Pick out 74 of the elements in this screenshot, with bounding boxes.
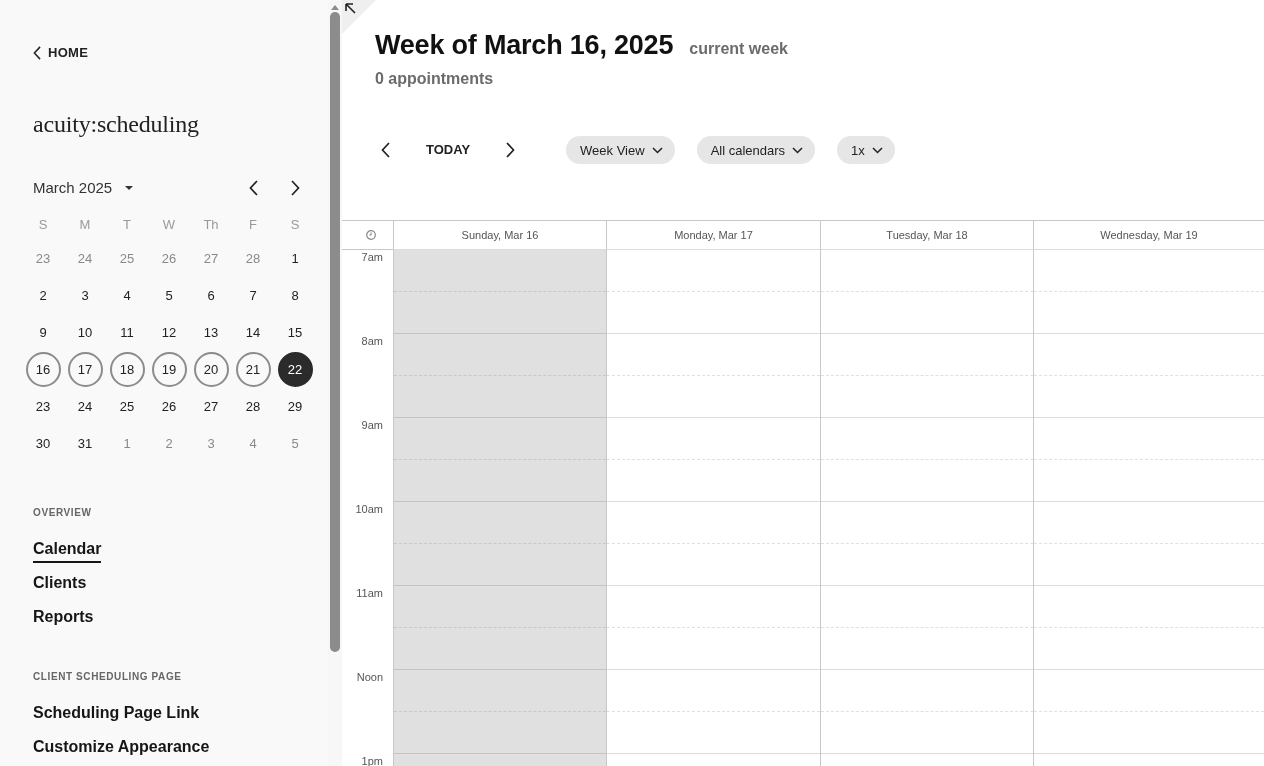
chevron-right-icon: [505, 142, 515, 158]
logo: acuity:scheduling: [33, 110, 199, 138]
time-label: 11am: [356, 586, 383, 598]
calendar-day[interactable]: 8: [277, 278, 313, 313]
weekday-label: Th: [203, 216, 219, 234]
collapse-arrow-icon[interactable]: [342, 0, 376, 34]
nav-link[interactable]: Calendar: [33, 538, 102, 563]
calendar-day[interactable]: 14: [235, 315, 271, 350]
chevron-left-icon: [33, 46, 41, 60]
calendar-day[interactable]: 5: [151, 278, 187, 313]
scroll-up-arrow-icon[interactable]: [331, 5, 339, 10]
chevron-right-icon: [290, 180, 300, 196]
calendar-day[interactable]: 2: [25, 278, 61, 313]
calendar-day[interactable]: 18: [109, 352, 145, 387]
weekday-label: W: [162, 216, 176, 234]
calendar-day[interactable]: 3: [67, 278, 103, 313]
time-label: 7am: [361, 250, 383, 262]
calendar-day[interactable]: 4: [109, 278, 145, 313]
time-label: 8am: [361, 334, 383, 346]
current-week-label: current week: [689, 40, 788, 58]
chevron-left-icon: [380, 142, 390, 158]
caret-down-icon: [125, 186, 134, 190]
calendar-day[interactable]: 13: [193, 315, 229, 350]
time-label: Noon: [356, 670, 383, 682]
month-dropdown[interactable]: March 2025: [33, 178, 134, 198]
weekday-label: T: [123, 216, 131, 234]
calendar-day[interactable]: 7: [235, 278, 271, 313]
section-heading: OVERVIEW: [33, 506, 92, 520]
filter-dropdown[interactable]: Week View: [566, 136, 675, 164]
calendar-day[interactable]: 15: [277, 315, 313, 350]
calendar-day[interactable]: 17: [67, 352, 103, 387]
nav-link[interactable]: Scheduling Page Link: [33, 702, 200, 727]
chevron-down-icon: [792, 146, 804, 154]
calendar-day[interactable]: 29: [277, 389, 313, 424]
time-label: 9am: [361, 418, 383, 430]
calendar-day[interactable]: 6: [193, 278, 229, 313]
calendar-day[interactable]: 30: [25, 426, 61, 461]
calendar-day[interactable]: 10: [67, 315, 103, 350]
calendar-day[interactable]: 25: [109, 389, 145, 424]
calendar-day[interactable]: 1: [277, 241, 313, 276]
chevron-down-icon: [651, 146, 663, 154]
home-link[interactable]: HOME: [33, 45, 89, 61]
calendar-day[interactable]: 23: [25, 389, 61, 424]
chevron-left-icon: [248, 180, 258, 196]
calendar-day[interactable]: 22: [277, 352, 313, 387]
calendar-day[interactable]: 11: [109, 315, 145, 350]
calendar-day[interactable]: 24: [67, 389, 103, 424]
week-title: Week of March 16, 2025: [375, 29, 674, 62]
nav-link[interactable]: Clients: [33, 572, 87, 597]
weekday-label: S: [290, 216, 300, 234]
weekday-label: F: [249, 216, 257, 234]
appointment-count: 0 appointments: [375, 69, 494, 89]
chevron-down-icon: [871, 146, 883, 154]
calendar-day[interactable]: 21: [235, 352, 271, 387]
time-label: 10am: [355, 502, 383, 514]
calendar-day[interactable]: 12: [151, 315, 187, 350]
calendar-day[interactable]: 20: [193, 352, 229, 387]
scrollbar-thumb[interactable]: [330, 12, 340, 652]
nav-link[interactable]: Customize Appearance: [33, 736, 210, 761]
weekday-label: S: [38, 216, 48, 234]
filter-dropdown[interactable]: All calendars: [696, 136, 816, 164]
filter-dropdown[interactable]: 1x: [837, 136, 895, 164]
calendar-day[interactable]: 19: [151, 352, 187, 387]
today-button[interactable]: TODAY: [426, 140, 471, 160]
calendar-day[interactable]: 27: [193, 389, 229, 424]
calendar-day[interactable]: 26: [151, 389, 187, 424]
calendar-day[interactable]: 9: [25, 315, 61, 350]
section-heading: CLIENT SCHEDULING PAGE: [33, 670, 182, 684]
calendar-day[interactable]: 16: [25, 352, 61, 387]
nav-link[interactable]: Reports: [33, 606, 94, 631]
calendar-day[interactable]: 31: [67, 426, 103, 461]
weekday-label: M: [79, 216, 91, 234]
clock-icon: [365, 230, 376, 240]
calendar-day[interactable]: 28: [235, 389, 271, 424]
